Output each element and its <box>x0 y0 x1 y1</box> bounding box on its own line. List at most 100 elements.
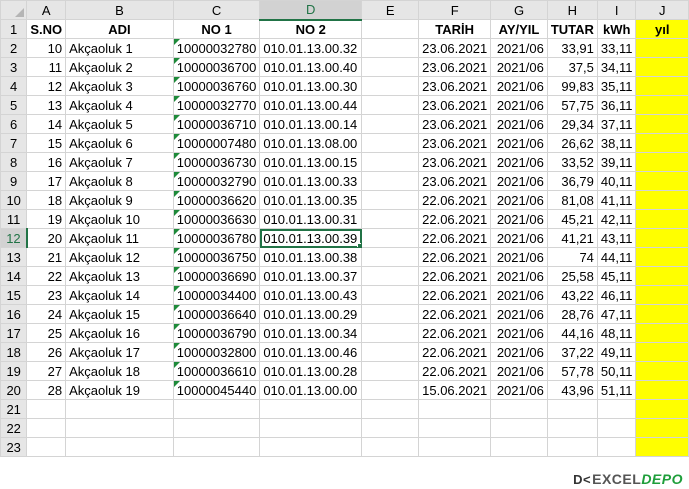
cell-yil[interactable] <box>635 323 689 343</box>
column-header-j[interactable]: J <box>635 0 689 20</box>
row-header[interactable]: 21 <box>0 399 28 419</box>
cell-e[interactable] <box>361 285 420 305</box>
column-header-h[interactable]: H <box>546 0 598 20</box>
cell-ayyil[interactable] <box>490 437 548 457</box>
cell-kwh[interactable]: 35,11 <box>596 76 637 96</box>
cell-e[interactable] <box>361 152 420 172</box>
cell-no1[interactable]: 10000036750 <box>172 247 261 267</box>
cell-adi[interactable]: Akçaoluk 5 <box>65 114 174 134</box>
cell-ayyil[interactable]: 2021/06 <box>490 190 548 210</box>
cell-tarih[interactable]: 23.06.2021 <box>418 114 492 134</box>
cell-yil[interactable] <box>635 285 689 305</box>
row-header[interactable]: 5 <box>0 95 28 115</box>
cell-adi[interactable]: Akçaoluk 9 <box>65 190 174 210</box>
cell-tarih[interactable]: 23.06.2021 <box>418 171 492 191</box>
cell-yil[interactable] <box>635 114 689 134</box>
cell-e[interactable] <box>361 95 420 115</box>
cell-kwh[interactable] <box>596 437 637 457</box>
column-header-b[interactable]: B <box>65 0 174 20</box>
cell-ayyil[interactable]: 2021/06 <box>490 342 548 362</box>
cell-sno[interactable]: 27 <box>26 361 67 381</box>
cell-no2[interactable]: 010.01.13.00.31 <box>259 209 363 229</box>
cell-sno[interactable]: 10 <box>26 38 67 58</box>
cell-tutar[interactable]: 44,16 <box>546 323 598 343</box>
row-header[interactable]: 6 <box>0 114 28 134</box>
select-all-corner[interactable] <box>0 0 28 20</box>
cell-kwh[interactable] <box>596 399 637 419</box>
cell-ayyil[interactable]: 2021/06 <box>490 380 548 400</box>
column-header-d[interactable]: D <box>259 0 363 21</box>
row-header[interactable]: 12 <box>0 228 28 248</box>
row-header[interactable]: 19 <box>0 361 28 381</box>
cell-sno[interactable]: 16 <box>26 152 67 172</box>
cell-no2[interactable]: 010.01.13.00.37 <box>259 266 363 286</box>
cell-tutar[interactable]: 25,58 <box>546 266 598 286</box>
cell-ayyil[interactable]: 2021/06 <box>490 171 548 191</box>
cell-tarih[interactable] <box>418 399 492 419</box>
cell-no1[interactable] <box>172 437 261 457</box>
cell-tutar[interactable]: 43,96 <box>546 380 598 400</box>
cell-adi[interactable]: Akçaoluk 3 <box>65 76 174 96</box>
cell-kwh[interactable]: 36,11 <box>596 95 637 115</box>
cell-no2[interactable]: 010.01.13.08.00 <box>259 133 363 153</box>
cell-no2[interactable]: 010.01.13.00.34 <box>259 323 363 343</box>
row-header[interactable]: 7 <box>0 133 28 153</box>
cell-adi[interactable]: Akçaoluk 13 <box>65 266 174 286</box>
cell-yil[interactable] <box>635 152 689 172</box>
cell-e[interactable] <box>361 228 420 248</box>
cell-e[interactable] <box>361 342 420 362</box>
cell-e[interactable] <box>361 304 420 324</box>
row-header[interactable]: 22 <box>0 418 28 438</box>
cell-tarih[interactable]: 23.06.2021 <box>418 133 492 153</box>
cell-no2[interactable]: 010.01.13.00.33 <box>259 171 363 191</box>
cell-no2[interactable]: 010.01.13.00.29 <box>259 304 363 324</box>
cell-sno[interactable] <box>26 437 67 457</box>
cell-kwh[interactable]: 33,11 <box>596 38 637 58</box>
cell-yil[interactable] <box>635 228 689 248</box>
cell-no1[interactable]: 10000032780 <box>172 38 261 58</box>
cell-tarih[interactable]: 22.06.2021 <box>418 304 492 324</box>
row-header[interactable]: 3 <box>0 57 28 77</box>
header-cell-e[interactable] <box>361 19 420 39</box>
cell-tarih[interactable] <box>418 418 492 438</box>
row-header[interactable]: 9 <box>0 171 28 191</box>
cell-no2[interactable]: 010.01.13.00.30 <box>259 76 363 96</box>
header-cell-sno[interactable]: S.NO <box>26 19 67 39</box>
cell-yil[interactable] <box>635 266 689 286</box>
cell-yil[interactable] <box>635 342 689 362</box>
cell-no2[interactable] <box>259 418 363 438</box>
cell-no2[interactable]: 010.01.13.00.43 <box>259 285 363 305</box>
cell-no2[interactable]: 010.01.13.00.14 <box>259 114 363 134</box>
cell-e[interactable] <box>361 323 420 343</box>
cell-sno[interactable]: 19 <box>26 209 67 229</box>
cell-yil[interactable] <box>635 361 689 381</box>
cell-no1[interactable]: 10000036690 <box>172 266 261 286</box>
cell-ayyil[interactable]: 2021/06 <box>490 361 548 381</box>
header-cell-no1[interactable]: NO 1 <box>172 19 261 39</box>
cell-no1[interactable]: 10000032770 <box>172 95 261 115</box>
cell-adi[interactable]: Akçaoluk 7 <box>65 152 174 172</box>
cell-no1[interactable]: 10000036620 <box>172 190 261 210</box>
cell-no1[interactable]: 10000036700 <box>172 57 261 77</box>
cell-no1[interactable]: 10000036710 <box>172 114 261 134</box>
cell-yil[interactable] <box>635 38 689 58</box>
cell-tutar[interactable]: 36,79 <box>546 171 598 191</box>
cell-no1[interactable]: 10000032800 <box>172 342 261 362</box>
cell-e[interactable] <box>361 133 420 153</box>
cell-e[interactable] <box>361 171 420 191</box>
cell-kwh[interactable]: 34,11 <box>596 57 637 77</box>
cell-no1[interactable] <box>172 399 261 419</box>
cell-ayyil[interactable] <box>490 399 548 419</box>
cell-ayyil[interactable]: 2021/06 <box>490 152 548 172</box>
cell-no1[interactable]: 10000036780 <box>172 228 261 248</box>
cell-no1[interactable]: 10000036790 <box>172 323 261 343</box>
cell-kwh[interactable]: 37,11 <box>596 114 637 134</box>
cell-kwh[interactable]: 39,11 <box>596 152 637 172</box>
cell-tarih[interactable]: 22.06.2021 <box>418 342 492 362</box>
cell-kwh[interactable]: 40,11 <box>596 171 637 191</box>
cell-adi[interactable]: Akçaoluk 8 <box>65 171 174 191</box>
row-header[interactable]: 8 <box>0 152 28 172</box>
cell-tarih[interactable]: 22.06.2021 <box>418 285 492 305</box>
column-header-a[interactable]: A <box>26 0 67 20</box>
cell-tutar[interactable] <box>546 399 598 419</box>
